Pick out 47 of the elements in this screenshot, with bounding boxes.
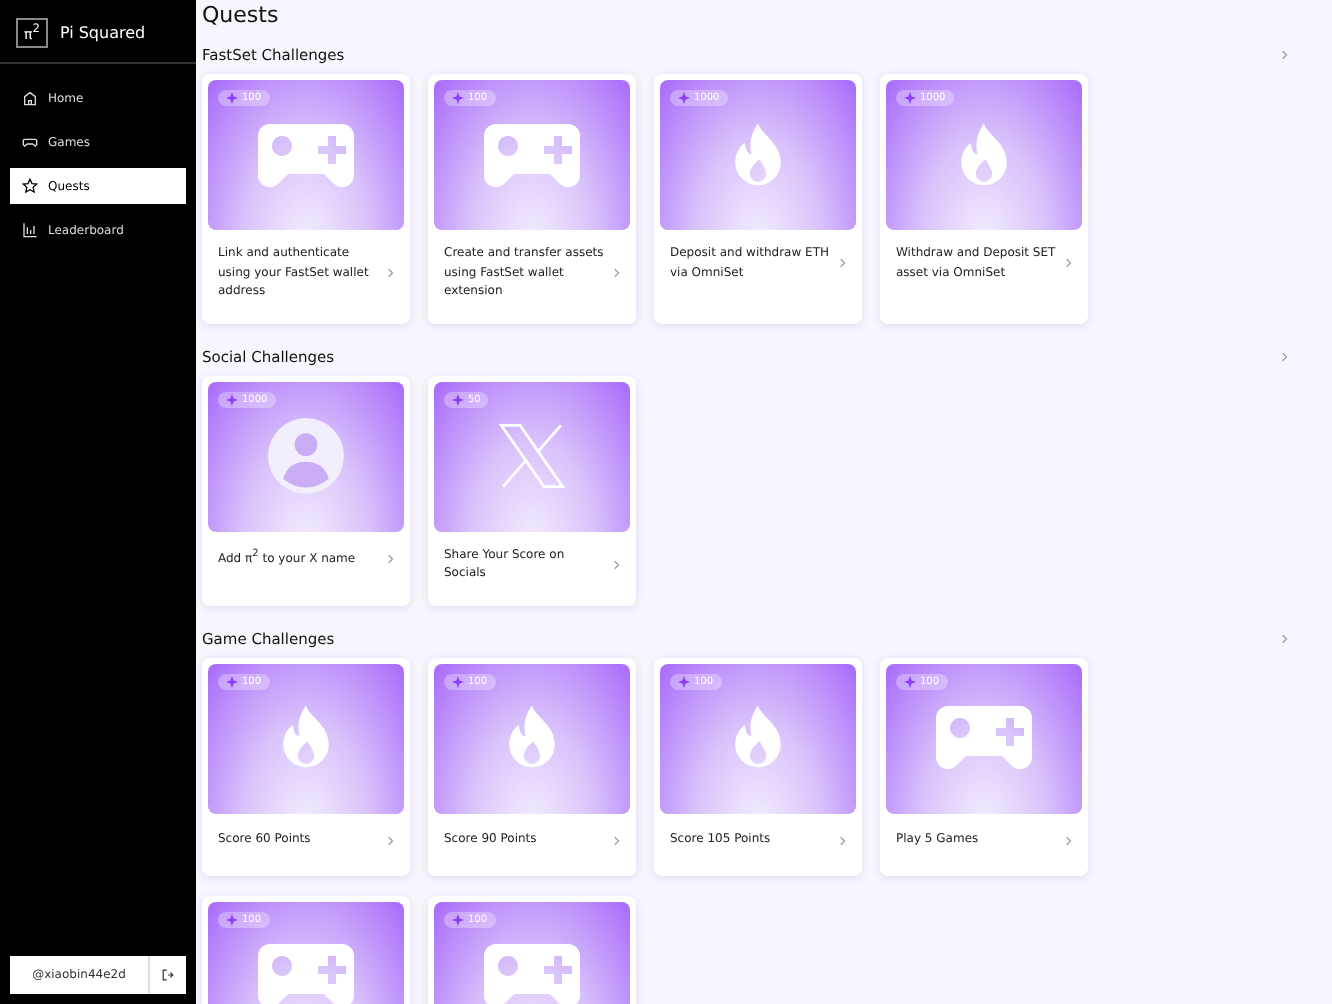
sparkle-icon bbox=[904, 675, 916, 687]
person-icon bbox=[268, 418, 344, 494]
sparkle-icon bbox=[226, 913, 238, 925]
brand-name: Pi Squared bbox=[59, 24, 146, 43]
x-logo-icon bbox=[498, 420, 566, 492]
home-icon bbox=[22, 90, 38, 107]
chevron-right-button[interactable] bbox=[1282, 50, 1288, 60]
chevron-right-icon bbox=[614, 835, 620, 845]
bar-chart-icon bbox=[22, 222, 38, 239]
chevron-right-icon bbox=[388, 553, 394, 563]
sparkle-icon bbox=[452, 92, 464, 104]
sparkle-icon bbox=[678, 675, 690, 687]
chevron-right-icon bbox=[1282, 50, 1288, 60]
chevron-right-icon bbox=[1066, 835, 1072, 845]
gamepad-icon bbox=[936, 706, 1032, 770]
sparkle-icon bbox=[452, 913, 464, 925]
chevron-right-icon bbox=[1282, 633, 1288, 643]
sparkle-icon bbox=[226, 393, 238, 405]
sparkle-icon bbox=[678, 92, 690, 104]
chevron-right-icon bbox=[614, 559, 620, 569]
chevron-right-icon bbox=[840, 835, 846, 845]
sparkle-icon bbox=[904, 92, 916, 104]
gamepad-icon bbox=[258, 944, 354, 1004]
gamepad-icon bbox=[484, 123, 580, 187]
chevron-right-button[interactable] bbox=[1282, 633, 1288, 643]
sparkle-icon bbox=[226, 92, 238, 104]
gamepad-icon bbox=[258, 123, 354, 187]
chevron-right-button[interactable] bbox=[1282, 351, 1288, 361]
flame-icon bbox=[958, 121, 1010, 189]
sparkle-icon bbox=[452, 675, 464, 687]
gamepad-icon bbox=[22, 134, 38, 151]
chevron-right-icon bbox=[388, 267, 394, 278]
gamepad-icon bbox=[484, 944, 580, 1004]
page-title: Quests bbox=[202, 0, 281, 28]
chevron-right-icon bbox=[388, 835, 394, 845]
flame-icon bbox=[280, 704, 332, 772]
sparkle-icon bbox=[226, 675, 238, 687]
sparkle-icon bbox=[452, 393, 464, 405]
star-icon bbox=[22, 178, 38, 195]
flame-icon bbox=[732, 704, 784, 772]
flame-icon bbox=[732, 121, 784, 189]
chevron-right-icon bbox=[614, 267, 620, 278]
chevron-right-icon bbox=[840, 258, 846, 268]
chevron-right-icon bbox=[1282, 351, 1288, 361]
chevron-right-icon bbox=[1066, 258, 1072, 268]
flame-icon bbox=[506, 704, 558, 772]
logout-icon bbox=[162, 968, 174, 982]
